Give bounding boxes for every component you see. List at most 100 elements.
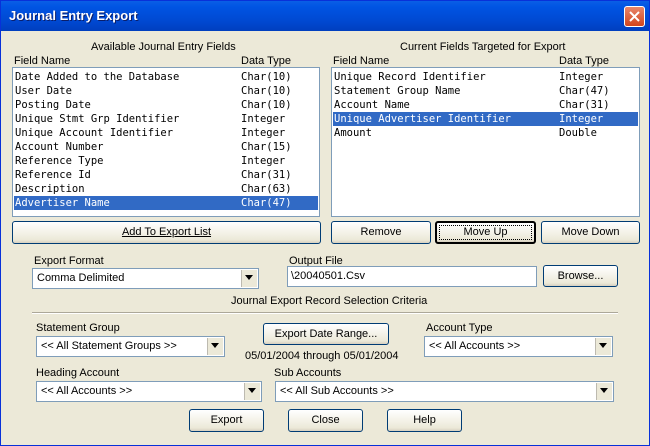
available-field-field-name: Unique Stmt Grp Identifier bbox=[15, 113, 180, 125]
available-field-data-type: Char(10) bbox=[241, 71, 292, 83]
current-field-data-type: Integer bbox=[559, 71, 604, 83]
current-field-row[interactable]: Statement Group Name Char(47) bbox=[333, 84, 638, 98]
account-type-value: << All Accounts >> bbox=[429, 340, 521, 352]
current-field-data-type: Double bbox=[559, 127, 597, 139]
available-field-row[interactable]: User Date Char(10) bbox=[14, 84, 318, 98]
current-field-row[interactable]: Account Name Char(31) bbox=[333, 98, 638, 112]
available-field-row[interactable]: Advertiser Name Char(47) bbox=[14, 196, 318, 210]
sub-accounts-label: Sub Accounts bbox=[274, 367, 342, 379]
available-field-row[interactable]: Unique Account Identifier Integer bbox=[14, 126, 318, 140]
heading-account-label: Heading Account bbox=[36, 367, 120, 379]
statement-group-label: Statement Group bbox=[36, 322, 120, 334]
add-to-export-list-label: Add To Export List bbox=[121, 226, 212, 238]
available-field-field-name: Reference Type bbox=[15, 155, 104, 167]
export-format-label: Export Format bbox=[34, 255, 104, 267]
chevron-down-icon[interactable] bbox=[207, 338, 223, 355]
available-field-field-name: Account Number bbox=[15, 141, 104, 153]
available-field-row[interactable]: Posting Date Char(10) bbox=[14, 98, 318, 112]
chevron-down-icon[interactable] bbox=[244, 383, 260, 400]
available-fields-list[interactable]: Date Added to the Database Char(10) User D… bbox=[12, 67, 320, 217]
available-field-data-type: Char(63) bbox=[241, 183, 292, 195]
available-field-data-type: Char(31) bbox=[241, 169, 292, 181]
available-field-row[interactable]: Unique Stmt Grp Identifier Integer bbox=[14, 112, 318, 126]
available-field-row[interactable]: Reference Id Char(31) bbox=[14, 168, 318, 182]
chevron-down-icon[interactable] bbox=[596, 383, 612, 400]
close-button[interactable]: Close bbox=[288, 409, 363, 432]
close-icon bbox=[629, 11, 640, 22]
sub-accounts-dropdown[interactable]: << All Sub Accounts >> bbox=[275, 381, 614, 402]
criteria-heading: Journal Export Record Selection Criteria bbox=[231, 295, 428, 307]
export-label: Export bbox=[210, 414, 243, 426]
current-field-field-name: Unique Record Identifier bbox=[334, 71, 486, 83]
move-down-button[interactable]: Move Down bbox=[541, 221, 640, 244]
statement-group-dropdown[interactable]: << All Statement Groups >> bbox=[36, 336, 225, 357]
remove-button[interactable]: Remove bbox=[331, 221, 431, 244]
available-field-data-type: Char(47) bbox=[241, 197, 292, 209]
available-field-field-name: User Date bbox=[15, 85, 72, 97]
current-field-data-type: Char(31) bbox=[559, 99, 610, 111]
current-field-field-name: Unique Advertiser Identifier bbox=[334, 113, 512, 125]
move-up-button[interactable]: Move Up bbox=[435, 221, 536, 244]
available-field-data-type: Char(10) bbox=[241, 99, 292, 111]
current-field-row[interactable]: Unique Record Identifier Integer bbox=[333, 70, 638, 84]
date-range-text: 05/01/2004 through 05/01/2004 bbox=[245, 350, 399, 362]
available-fields-heading: Available Journal Entry Fields bbox=[91, 41, 236, 53]
add-to-export-list-button[interactable]: Add To Export List bbox=[12, 221, 321, 244]
current-field-field-name: Statement Group Name bbox=[334, 85, 461, 97]
output-file-input[interactable]: \20040501.Csv bbox=[287, 266, 537, 287]
available-field-data-type: Char(10) bbox=[241, 85, 292, 97]
available-field-data-type: Integer bbox=[241, 127, 286, 139]
close-label: Close bbox=[311, 414, 340, 426]
available-field-field-name: Date Added to the Database bbox=[15, 71, 180, 83]
available-field-row[interactable]: Reference Type Integer bbox=[14, 154, 318, 168]
journal-entry-export-window: Journal Entry Export Available Journal E… bbox=[0, 0, 650, 446]
move-up-label: Move Up bbox=[463, 226, 508, 238]
browse-label: Browse... bbox=[557, 270, 604, 282]
available-field-row[interactable]: Account Number Char(15) bbox=[14, 140, 318, 154]
available-col-data-type: Data Type bbox=[241, 55, 291, 67]
available-field-data-type: Integer bbox=[241, 113, 286, 125]
current-fields-list[interactable]: Unique Record Identifier Integer Statement… bbox=[331, 67, 640, 217]
current-field-data-type: Char(47) bbox=[559, 85, 610, 97]
current-field-row[interactable]: Unique Advertiser Identifier Integer bbox=[333, 112, 638, 126]
available-field-data-type: Char(15) bbox=[241, 141, 292, 153]
current-col-field-name: Field Name bbox=[333, 55, 390, 67]
account-type-dropdown[interactable]: << All Accounts >> bbox=[424, 336, 613, 357]
available-col-field-name: Field Name bbox=[14, 55, 71, 67]
export-button[interactable]: Export bbox=[189, 409, 264, 432]
available-field-field-name: Advertiser Name bbox=[15, 197, 110, 209]
help-button[interactable]: Help bbox=[387, 409, 462, 432]
window-title: Journal Entry Export bbox=[9, 8, 138, 23]
current-field-data-type: Integer bbox=[559, 113, 604, 125]
available-field-row[interactable]: Description Char(63) bbox=[14, 182, 318, 196]
export-format-value: Comma Delimited bbox=[37, 272, 125, 284]
available-field-data-type: Integer bbox=[241, 155, 286, 167]
heading-account-dropdown[interactable]: << All Accounts >> bbox=[36, 381, 262, 402]
current-field-row[interactable]: Amount Double bbox=[333, 126, 638, 140]
sub-accounts-value: << All Sub Accounts >> bbox=[280, 385, 394, 397]
browse-button[interactable]: Browse... bbox=[543, 265, 618, 287]
current-field-field-name: Account Name bbox=[334, 99, 410, 111]
available-field-field-name: Reference Id bbox=[15, 169, 91, 181]
chevron-down-icon[interactable] bbox=[241, 270, 257, 287]
current-fields-heading: Current Fields Targeted for Export bbox=[400, 41, 566, 53]
output-file-value: \20040501.Csv bbox=[291, 270, 365, 282]
heading-account-value: << All Accounts >> bbox=[41, 385, 133, 397]
export-date-range-button[interactable]: Export Date Range... bbox=[263, 323, 389, 345]
move-down-label: Move Down bbox=[561, 226, 620, 238]
export-format-dropdown[interactable]: Comma Delimited bbox=[32, 268, 259, 289]
available-field-row[interactable]: Date Added to the Database Char(10) bbox=[14, 70, 318, 84]
account-type-label: Account Type bbox=[426, 322, 493, 334]
available-field-field-name: Description bbox=[15, 183, 85, 195]
export-date-range-label: Export Date Range... bbox=[274, 328, 378, 340]
chevron-down-icon[interactable] bbox=[595, 338, 611, 355]
available-field-field-name: Unique Account Identifier bbox=[15, 127, 174, 139]
close-window-button[interactable] bbox=[624, 6, 645, 27]
help-label: Help bbox=[413, 414, 436, 426]
available-field-field-name: Posting Date bbox=[15, 99, 91, 111]
title-bar[interactable]: Journal Entry Export bbox=[1, 1, 649, 31]
remove-label: Remove bbox=[360, 226, 402, 238]
current-field-field-name: Amount bbox=[334, 127, 372, 139]
criteria-divider bbox=[32, 312, 618, 314]
current-col-data-type: Data Type bbox=[559, 55, 609, 67]
